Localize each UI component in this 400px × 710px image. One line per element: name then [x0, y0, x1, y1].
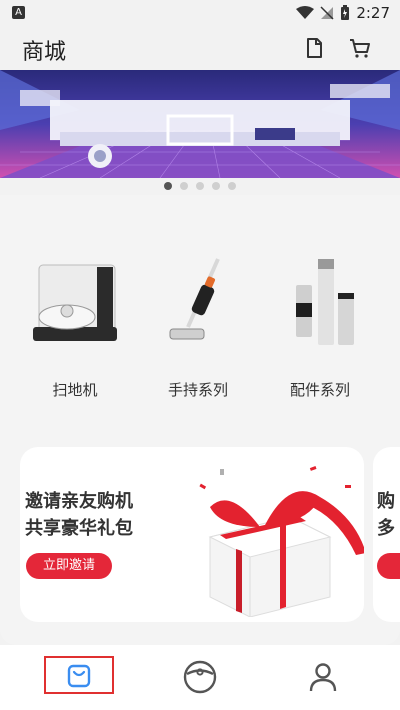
category-label: 扫地机 — [52, 381, 98, 399]
carousel-dot[interactable] — [212, 182, 220, 190]
category-label: 手持系列 — [167, 381, 228, 399]
cart-icon[interactable] — [348, 36, 372, 60]
carousel-dot[interactable] — [180, 182, 188, 190]
app-header: 商城 — [0, 26, 400, 70]
handheld-vacuum-image — [169, 258, 220, 340]
promo-headline: 购 — [377, 491, 395, 512]
category-accessories[interactable]: 配件系列 — [270, 255, 370, 400]
profile-icon[interactable] — [308, 661, 338, 693]
bottom-tab-bar — [0, 645, 400, 710]
promo-subheadline: 共享豪华礼包 — [25, 518, 133, 539]
battery-icon — [341, 5, 350, 20]
clock: 2:27 — [356, 4, 390, 22]
status-bar: A 2:27 — [0, 0, 400, 26]
category-handheld[interactable]: 手持系列 — [148, 255, 248, 400]
category-label: 配件系列 — [289, 381, 350, 399]
notification-icon: A — [12, 6, 25, 19]
tab-shop[interactable] — [44, 656, 114, 694]
carousel-dot[interactable] — [196, 182, 204, 190]
category-robot-vacuum[interactable]: 扫地机 — [25, 255, 125, 400]
promo-headline: 邀请亲友购机 — [25, 491, 133, 512]
invite-now-button[interactable]: 立即邀请 — [26, 553, 112, 579]
shop-bag-icon — [67, 664, 91, 688]
carousel-dot[interactable] — [228, 182, 236, 190]
promo-button[interactable] — [377, 553, 400, 579]
robot-vacuum-image — [33, 264, 117, 341]
status-icons: 2:27 — [296, 4, 390, 22]
next-promo-card[interactable]: 购 多 — [373, 447, 400, 622]
carousel-indicator — [0, 182, 400, 190]
promo-carousel[interactable] — [0, 70, 400, 178]
banner-image — [0, 70, 400, 178]
gift-box-image — [199, 466, 364, 617]
robot-vacuum-icon[interactable] — [182, 659, 218, 695]
orders-icon[interactable] — [302, 36, 326, 60]
wifi-icon — [296, 6, 315, 19]
accessories-image — [296, 259, 354, 345]
page-title: 商城 — [22, 40, 67, 65]
invite-promo-card[interactable]: 邀请亲友购机 共享豪华礼包 立即邀请 — [20, 447, 364, 622]
no-signal-icon — [320, 6, 334, 20]
promo-subheadline: 多 — [377, 518, 395, 539]
carousel-dot[interactable] — [164, 182, 172, 190]
